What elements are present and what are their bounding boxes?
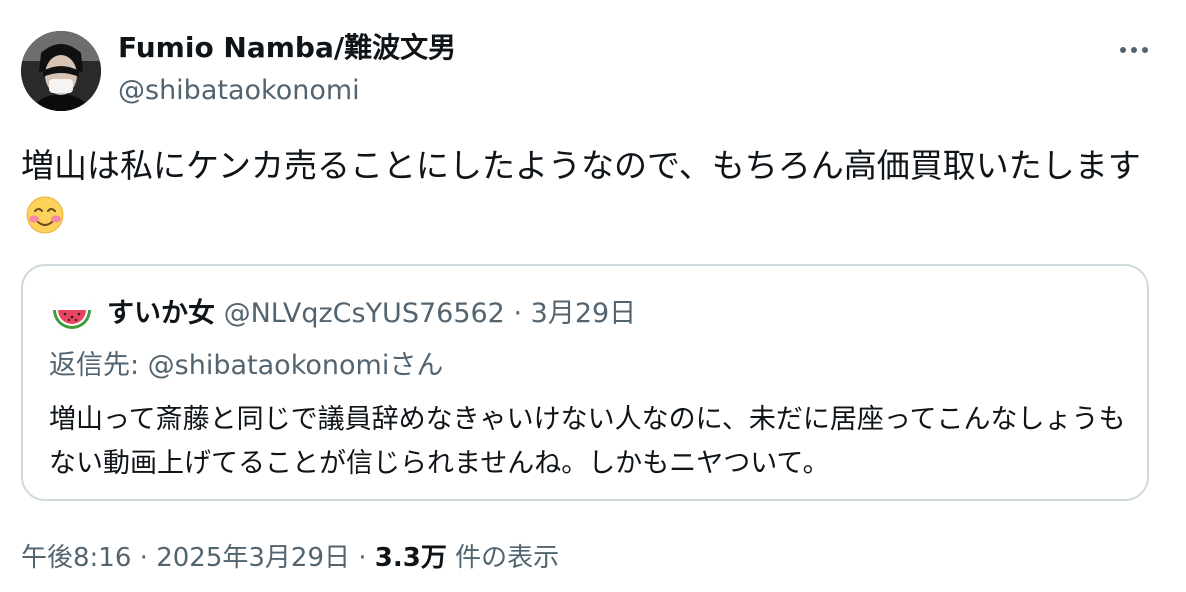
quote-author-name[interactable]: すいか女 xyxy=(107,298,215,329)
more-horizontal-icon xyxy=(1120,47,1126,53)
avatar-photo xyxy=(21,31,101,111)
tweet-time[interactable]: 午後8:16 xyxy=(21,543,131,573)
quote-reply-to: 返信先: @shibataokonomiさん xyxy=(49,350,444,381)
more-options-button[interactable] xyxy=(1114,36,1154,64)
quote-avatar[interactable] xyxy=(49,292,95,338)
smiling-face-blushing-emoji xyxy=(25,195,65,235)
quote-header: すいか女 @NLVqzCsYUS76562 · 3月29日 xyxy=(107,294,636,334)
view-count: 3.3万 xyxy=(374,543,447,573)
author-name[interactable]: Fumio Namba/難波文男 xyxy=(118,28,456,68)
tweet-text: 増山は私にケンカ売ることにしたようなので、もちろん高価買取いたします xyxy=(21,140,1161,244)
author-handle[interactable]: @shibataokonomi xyxy=(118,73,360,109)
more-dot xyxy=(1142,47,1148,53)
more-dot xyxy=(1131,47,1137,53)
watermelon-icon xyxy=(49,292,95,338)
view-count-label: 件の表示 xyxy=(455,543,560,573)
tweet-body: 増山は私にケンカ売ることにしたようなので、もちろん高価買取いたします xyxy=(21,146,1141,185)
meta-separator: · xyxy=(139,543,148,573)
quote-text: 増山って斎藤と同じで議員辞めなきゃいけない人なのに、未だに居座ってこんなしょうも… xyxy=(49,404,1126,479)
quote-separator: · xyxy=(513,298,523,329)
quote-author-handle[interactable]: @NLVqzCsYUS76562 xyxy=(224,298,505,329)
tweet-date[interactable]: 2025年3月29日 xyxy=(156,543,350,573)
author-avatar[interactable] xyxy=(21,31,101,111)
meta-separator: · xyxy=(358,543,367,573)
tweet-meta: 午後8:16 · 2025年3月29日 · 3.3万 件の表示 xyxy=(21,538,559,578)
quote-date[interactable]: 3月29日 xyxy=(531,298,637,329)
quoted-tweet-card[interactable]: すいか女 @NLVqzCsYUS76562 · 3月29日 返信先: @shib… xyxy=(21,264,1149,501)
